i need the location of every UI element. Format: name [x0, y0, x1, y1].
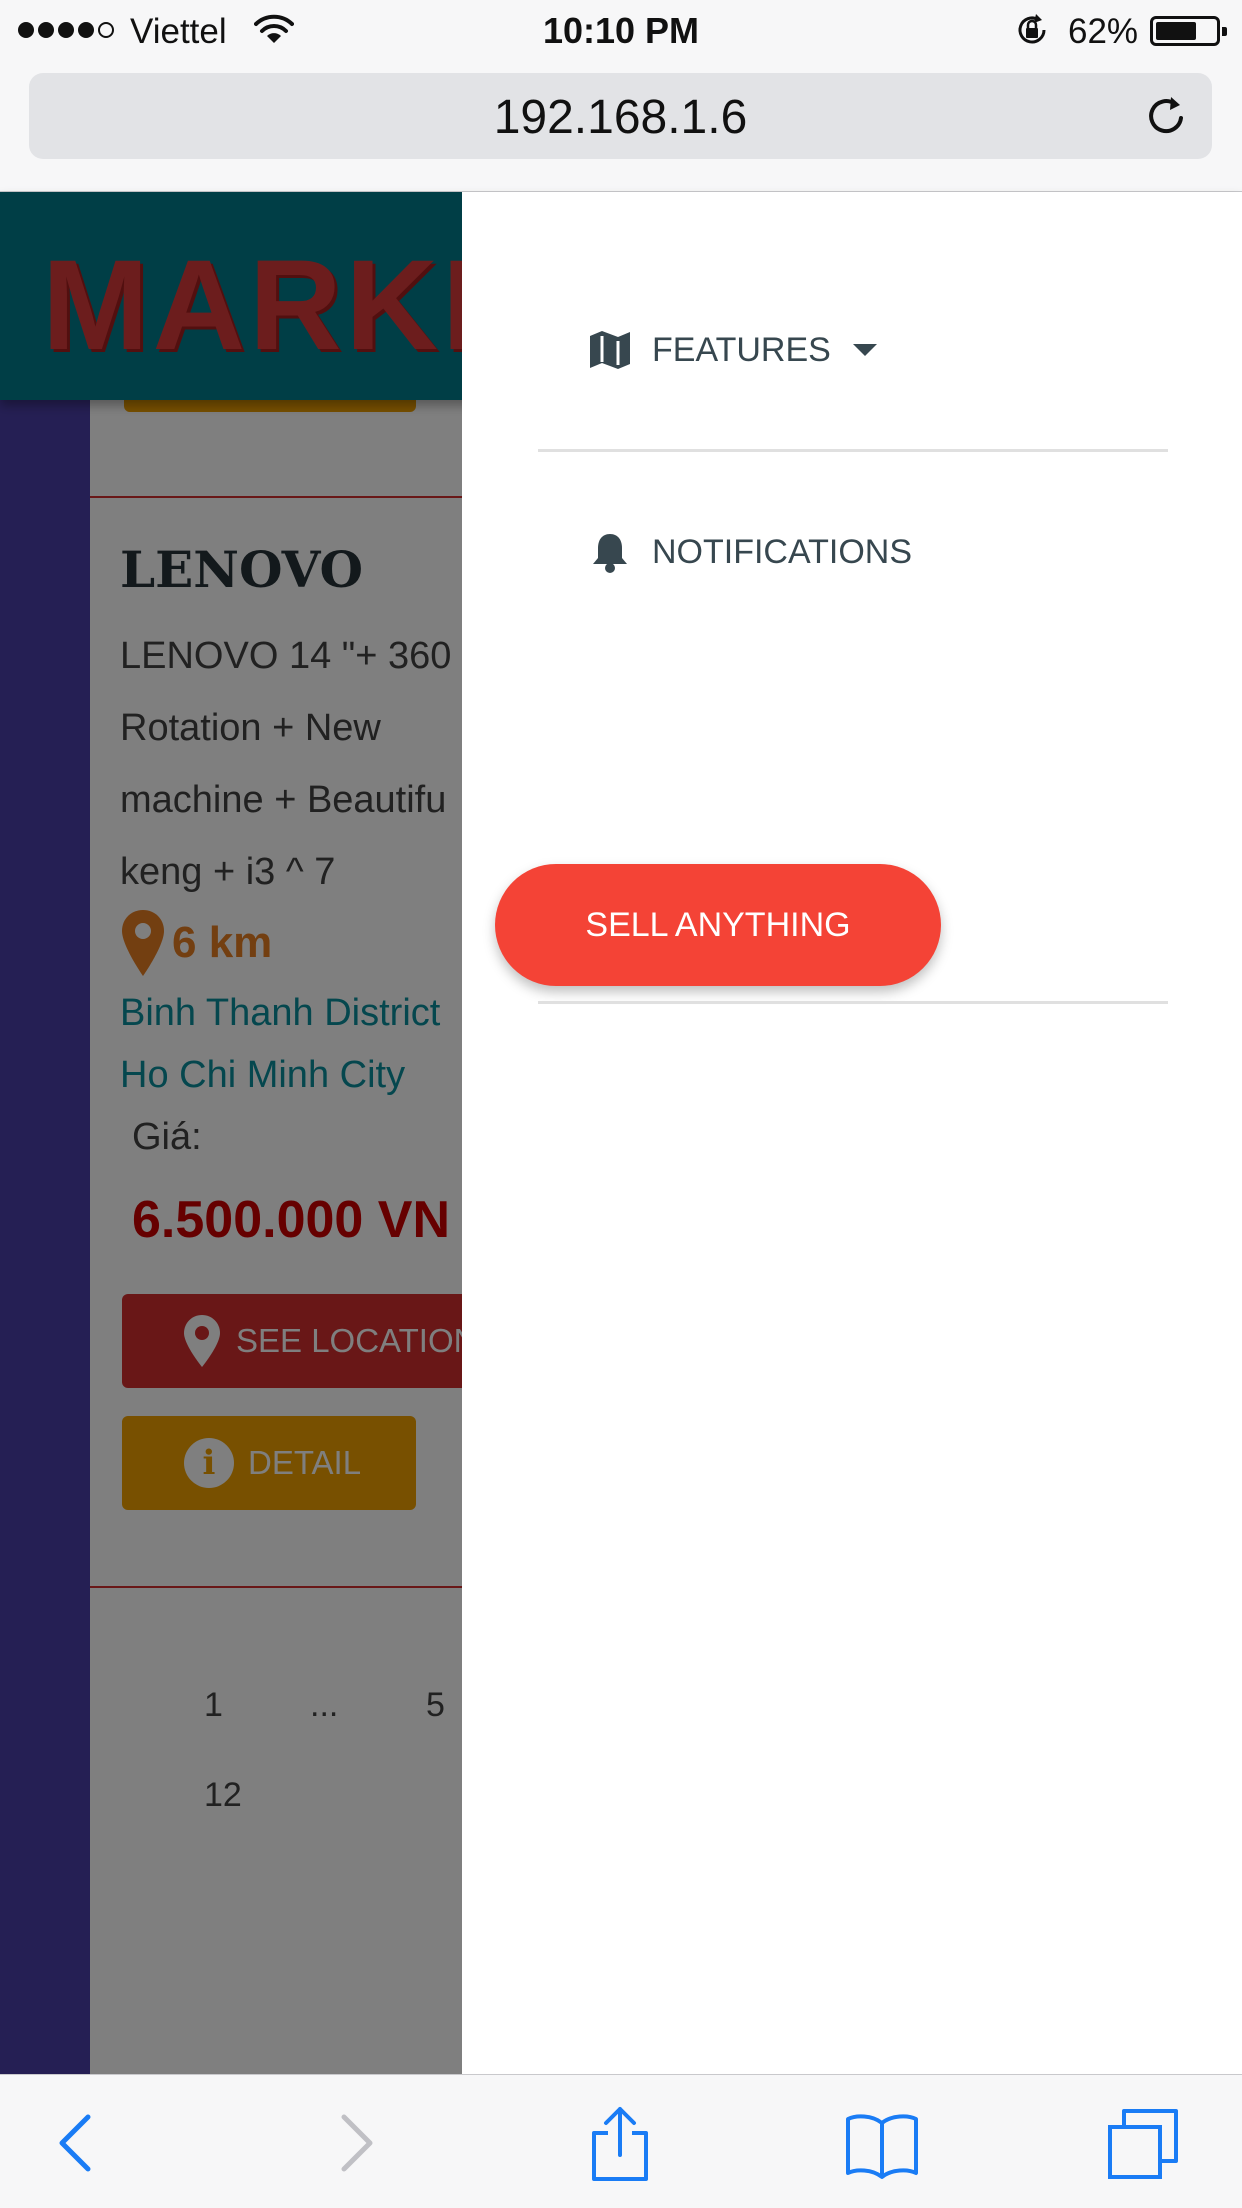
features-label: FEATURES — [652, 330, 831, 369]
battery-percentage: 62% — [1068, 12, 1139, 51]
reload-icon[interactable] — [1144, 93, 1190, 139]
tabs-icon[interactable] — [1104, 2103, 1184, 2183]
menu-item-notifications[interactable]: NOTIFICATIONS — [588, 530, 912, 574]
bell-icon — [593, 534, 627, 573]
status-time: 10:10 PM — [542, 10, 700, 51]
bookmarks-icon[interactable] — [842, 2103, 922, 2183]
address-bar[interactable]: 192.168.1.6 — [29, 73, 1212, 159]
menu-divider — [538, 449, 1168, 452]
back-icon[interactable] — [38, 2103, 118, 2183]
orientation-lock-icon — [1018, 14, 1046, 44]
sell-anything-button[interactable]: SELL ANYTHING — [495, 864, 941, 986]
battery-icon — [1150, 16, 1227, 46]
navigation-drawer: FEATURES NOTIFICATIONS SELL ANYTHING — [462, 192, 1242, 2074]
menu-item-features[interactable]: FEATURES — [588, 328, 877, 372]
share-icon[interactable] — [580, 2103, 660, 2183]
menu-divider — [538, 1001, 1168, 1004]
status-bar: Viettel 10:10 PM 62% — [0, 0, 1242, 62]
forward-icon[interactable] — [314, 2103, 394, 2183]
caret-down-icon — [852, 344, 877, 356]
map-icon — [590, 331, 630, 369]
notifications-label: NOTIFICATIONS — [652, 532, 913, 571]
url-text: 192.168.1.6 — [493, 91, 748, 144]
browser-toolbar — [0, 2074, 1242, 2208]
browser-top-bar: Viettel 10:10 PM 62% 192.168.1.6 — [0, 0, 1242, 192]
